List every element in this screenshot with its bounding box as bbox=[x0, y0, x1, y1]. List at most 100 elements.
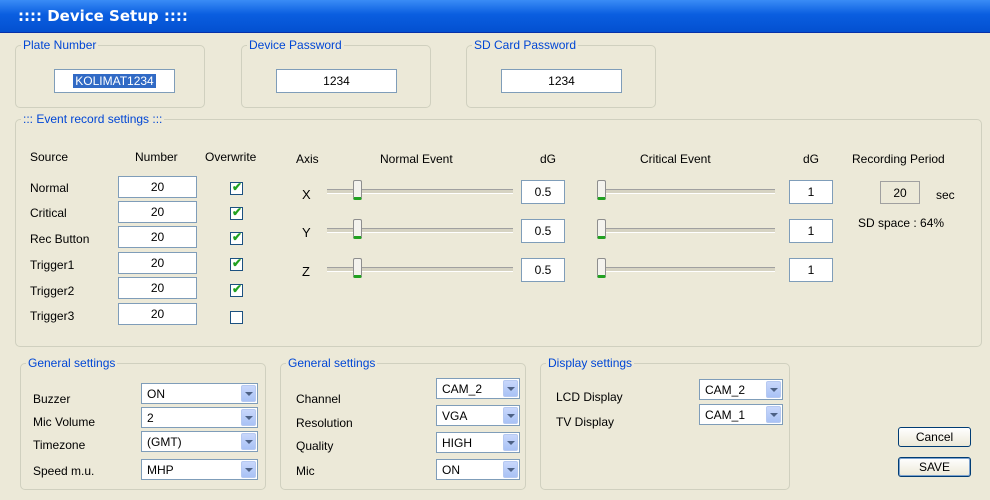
overwrite-checkbox-trigger2[interactable]: ✔ bbox=[230, 282, 243, 297]
buzzer-value: ON bbox=[147, 387, 165, 401]
normal-dg-input-x[interactable]: 0.5 bbox=[521, 180, 565, 204]
normal-dg-input-z[interactable]: 0.5 bbox=[521, 258, 565, 282]
slider-thumb[interactable] bbox=[353, 180, 363, 200]
general-settings-legend-1: General settings bbox=[28, 356, 116, 370]
event-record-legend: ::: Event record settings ::: bbox=[23, 112, 163, 126]
mic-volume-dropdown[interactable]: 2 bbox=[141, 407, 258, 428]
overwrite-checkbox-rec-button[interactable]: ✔ bbox=[230, 230, 243, 245]
critical-event-slider-x[interactable] bbox=[597, 180, 775, 200]
number-input-critical[interactable]: 20 bbox=[118, 201, 197, 223]
slider-thumb[interactable] bbox=[597, 258, 606, 278]
critical-dg-input-z[interactable]: 1 bbox=[789, 258, 833, 282]
chevron-down-icon[interactable] bbox=[241, 409, 256, 426]
tv-display-label: TV Display bbox=[556, 415, 615, 429]
chevron-down-icon[interactable] bbox=[503, 407, 518, 424]
chevron-down-icon[interactable] bbox=[766, 381, 781, 398]
overwrite-checkbox-critical[interactable]: ✔ bbox=[230, 205, 243, 220]
source-label-normal: Normal bbox=[30, 181, 69, 195]
source-label-rec-button: Rec Button bbox=[30, 232, 90, 246]
critical-event-slider-y[interactable] bbox=[597, 219, 775, 239]
title-bar[interactable]: :::: Device Setup :::: bbox=[0, 0, 990, 33]
recording-period-header: Recording Period bbox=[852, 152, 945, 166]
quality-dropdown[interactable]: HIGH bbox=[436, 432, 520, 453]
recording-period-unit: sec bbox=[936, 188, 955, 202]
buzzer-dropdown[interactable]: ON bbox=[141, 383, 258, 404]
number-input-rec-button[interactable]: 20 bbox=[118, 226, 197, 248]
save-button[interactable]: SAVE bbox=[898, 457, 971, 477]
plate-number-input[interactable]: KOLIMAT1234 bbox=[54, 69, 175, 93]
general-settings-legend-2: General settings bbox=[288, 356, 376, 370]
sd-space-label: SD space : 64% bbox=[858, 216, 945, 230]
check-icon: ✔ bbox=[232, 230, 243, 244]
slider-thumb[interactable] bbox=[353, 219, 363, 239]
mic-dropdown[interactable]: ON bbox=[436, 459, 520, 480]
normal-dg-input-y[interactable]: 0.5 bbox=[521, 219, 565, 243]
normal-event-slider-y[interactable] bbox=[327, 219, 513, 239]
timezone-label: Timezone bbox=[33, 438, 86, 452]
axis-label-x: X bbox=[302, 187, 311, 202]
axis-label-y: Y bbox=[302, 225, 311, 240]
tv-display-value: CAM_1 bbox=[705, 408, 746, 422]
slider-thumb[interactable] bbox=[353, 258, 363, 278]
slider-thumb[interactable] bbox=[597, 219, 606, 239]
critical-dg-input-y[interactable]: 1 bbox=[789, 219, 833, 243]
number-input-trigger2[interactable]: 20 bbox=[118, 277, 197, 299]
buzzer-label: Buzzer bbox=[33, 392, 71, 406]
chevron-down-icon[interactable] bbox=[503, 380, 518, 397]
tv-display-dropdown[interactable]: CAM_1 bbox=[699, 404, 783, 425]
device-password-legend: Device Password bbox=[249, 38, 342, 52]
sd-password-legend: SD Card Password bbox=[474, 38, 577, 52]
chevron-down-icon[interactable] bbox=[241, 433, 256, 450]
overwrite-checkbox-trigger3[interactable] bbox=[230, 311, 243, 324]
slider-track bbox=[597, 189, 775, 194]
critical-event-slider-z[interactable] bbox=[597, 258, 775, 278]
channel-dropdown[interactable]: CAM_2 bbox=[436, 378, 520, 399]
source-label-trigger3: Trigger3 bbox=[30, 309, 75, 323]
dg-critical-header: dG bbox=[803, 152, 820, 166]
sd-password-input[interactable]: 1234 bbox=[501, 69, 622, 93]
quality-value: HIGH bbox=[442, 436, 472, 450]
slider-thumb[interactable] bbox=[597, 180, 606, 200]
number-input-trigger1[interactable]: 20 bbox=[118, 252, 197, 274]
speed-mu-dropdown[interactable]: MHP bbox=[141, 459, 258, 480]
mic-label: Mic bbox=[296, 464, 315, 478]
number-input-trigger3[interactable]: 20 bbox=[118, 303, 197, 325]
dg-header: dG bbox=[540, 152, 557, 166]
check-icon: ✔ bbox=[232, 180, 243, 194]
number-input-normal[interactable]: 20 bbox=[118, 176, 197, 198]
chevron-down-icon[interactable] bbox=[766, 406, 781, 423]
chevron-down-icon[interactable] bbox=[241, 385, 256, 402]
slider-track bbox=[597, 228, 775, 233]
channel-value: CAM_2 bbox=[442, 382, 483, 396]
critical-dg-input-x[interactable]: 1 bbox=[789, 180, 833, 204]
source-label-trigger2: Trigger2 bbox=[30, 284, 75, 298]
chevron-down-icon[interactable] bbox=[503, 461, 518, 478]
speed-mu-label: Speed m.u. bbox=[33, 464, 95, 478]
chevron-down-icon[interactable] bbox=[503, 434, 518, 451]
axis-label-z: Z bbox=[302, 264, 310, 279]
mic-value: ON bbox=[442, 463, 460, 477]
normal-event-slider-z[interactable] bbox=[327, 258, 513, 278]
critical-event-header: Critical Event bbox=[640, 152, 711, 166]
mic-volume-value: 2 bbox=[147, 411, 154, 425]
device-password-input[interactable]: 1234 bbox=[276, 69, 397, 93]
number-header: Number bbox=[135, 150, 178, 164]
speed-mu-value: MHP bbox=[147, 463, 174, 477]
check-icon: ✔ bbox=[232, 205, 243, 219]
check-icon: ✔ bbox=[232, 282, 243, 296]
cancel-button[interactable]: Cancel bbox=[898, 427, 971, 447]
quality-label: Quality bbox=[296, 439, 334, 453]
mic-volume-label: Mic Volume bbox=[33, 415, 96, 429]
lcd-display-value: CAM_2 bbox=[705, 383, 746, 397]
window-title: :::: Device Setup :::: bbox=[18, 7, 188, 25]
overwrite-checkbox-normal[interactable]: ✔ bbox=[230, 180, 243, 195]
normal-event-slider-x[interactable] bbox=[327, 180, 513, 200]
lcd-display-dropdown[interactable]: CAM_2 bbox=[699, 379, 783, 400]
resolution-dropdown[interactable]: VGA bbox=[436, 405, 520, 426]
overwrite-checkbox-trigger1[interactable]: ✔ bbox=[230, 256, 243, 271]
plate-number-legend: Plate Number bbox=[23, 38, 97, 52]
timezone-dropdown[interactable]: (GMT) bbox=[141, 431, 258, 452]
source-label-trigger1: Trigger1 bbox=[30, 258, 75, 272]
chevron-down-icon[interactable] bbox=[241, 461, 256, 478]
check-icon: ✔ bbox=[232, 256, 243, 270]
